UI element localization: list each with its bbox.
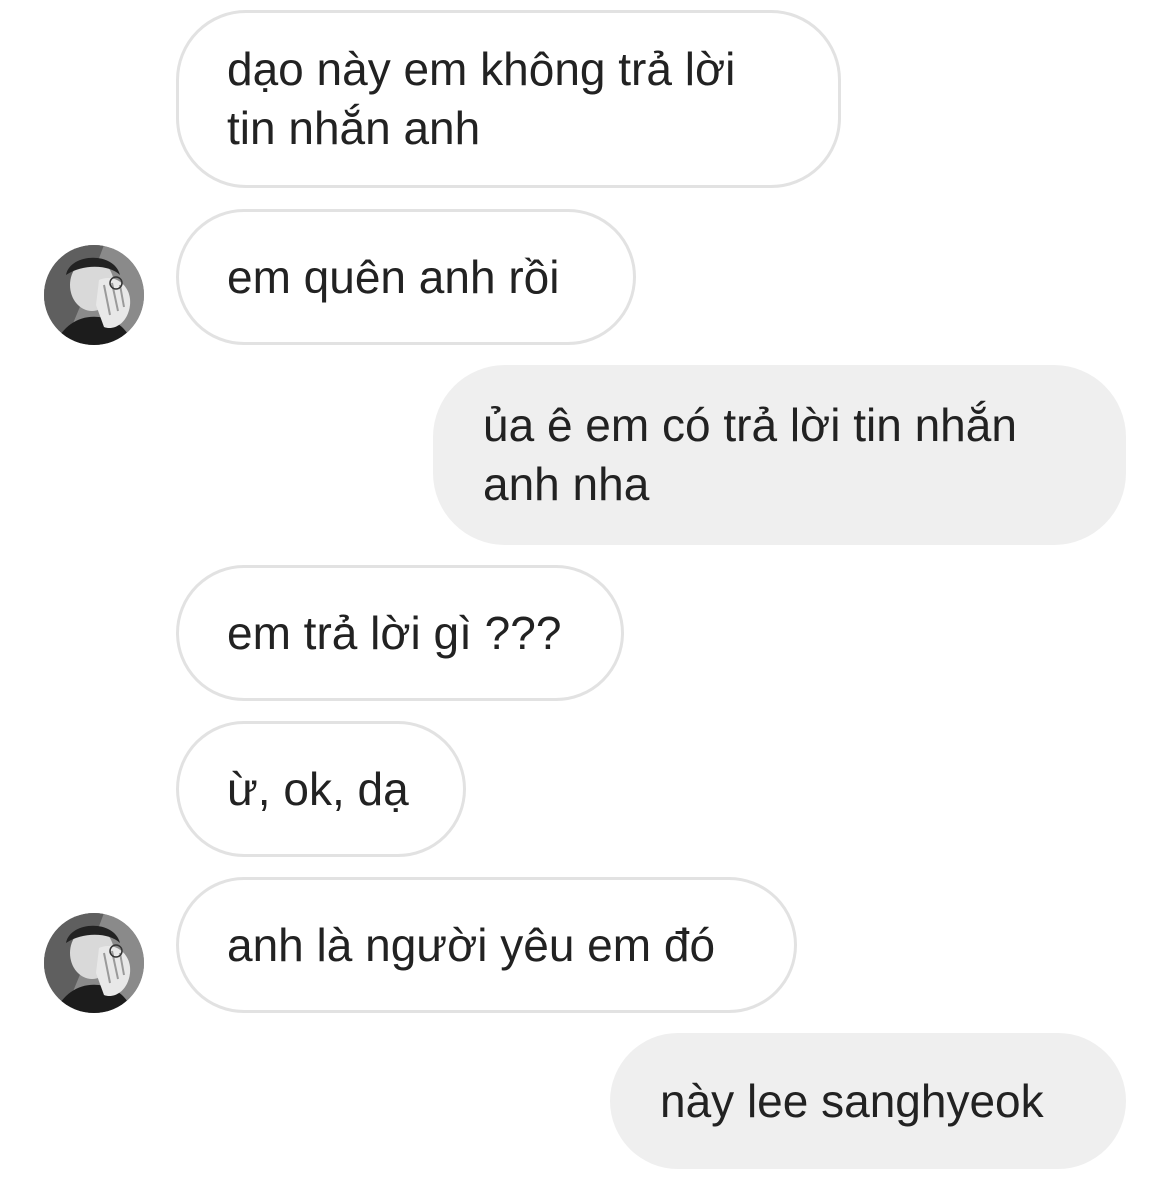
message-bubble-incoming[interactable]: dạo này em không trả lời tin nhắn anh [176,10,841,188]
message-text: ừ, ok, dạ [227,762,409,815]
contact-avatar[interactable] [44,245,144,345]
message-bubble-incoming[interactable]: em quên anh rồi [176,209,636,345]
message-bubble-outgoing[interactable]: ủa ê em có trả lời tin nhắn anh nha [433,365,1126,545]
message-text-line: ủa ê em có trả lời tin nhắn [483,399,1017,451]
message-text-line: tin nhắn anh [227,102,481,154]
message-text-line: anh nha [483,458,650,510]
message-bubble-outgoing[interactable]: này lee sanghyeok [610,1033,1126,1169]
message-text-line: dạo này em không trả lời [227,43,736,95]
contact-avatar[interactable] [44,913,144,1013]
message-bubble-incoming[interactable]: ừ, ok, dạ [176,721,466,857]
message-text: em quên anh rồi [227,250,560,303]
message-text: em trả lời gì ??? [227,606,562,659]
message-text: này lee sanghyeok [660,1074,1044,1127]
message-bubble-incoming[interactable]: anh là người yêu em đó [176,877,797,1013]
message-text: anh là người yêu em đó [227,918,716,971]
message-bubble-incoming[interactable]: em trả lời gì ??? [176,565,624,701]
